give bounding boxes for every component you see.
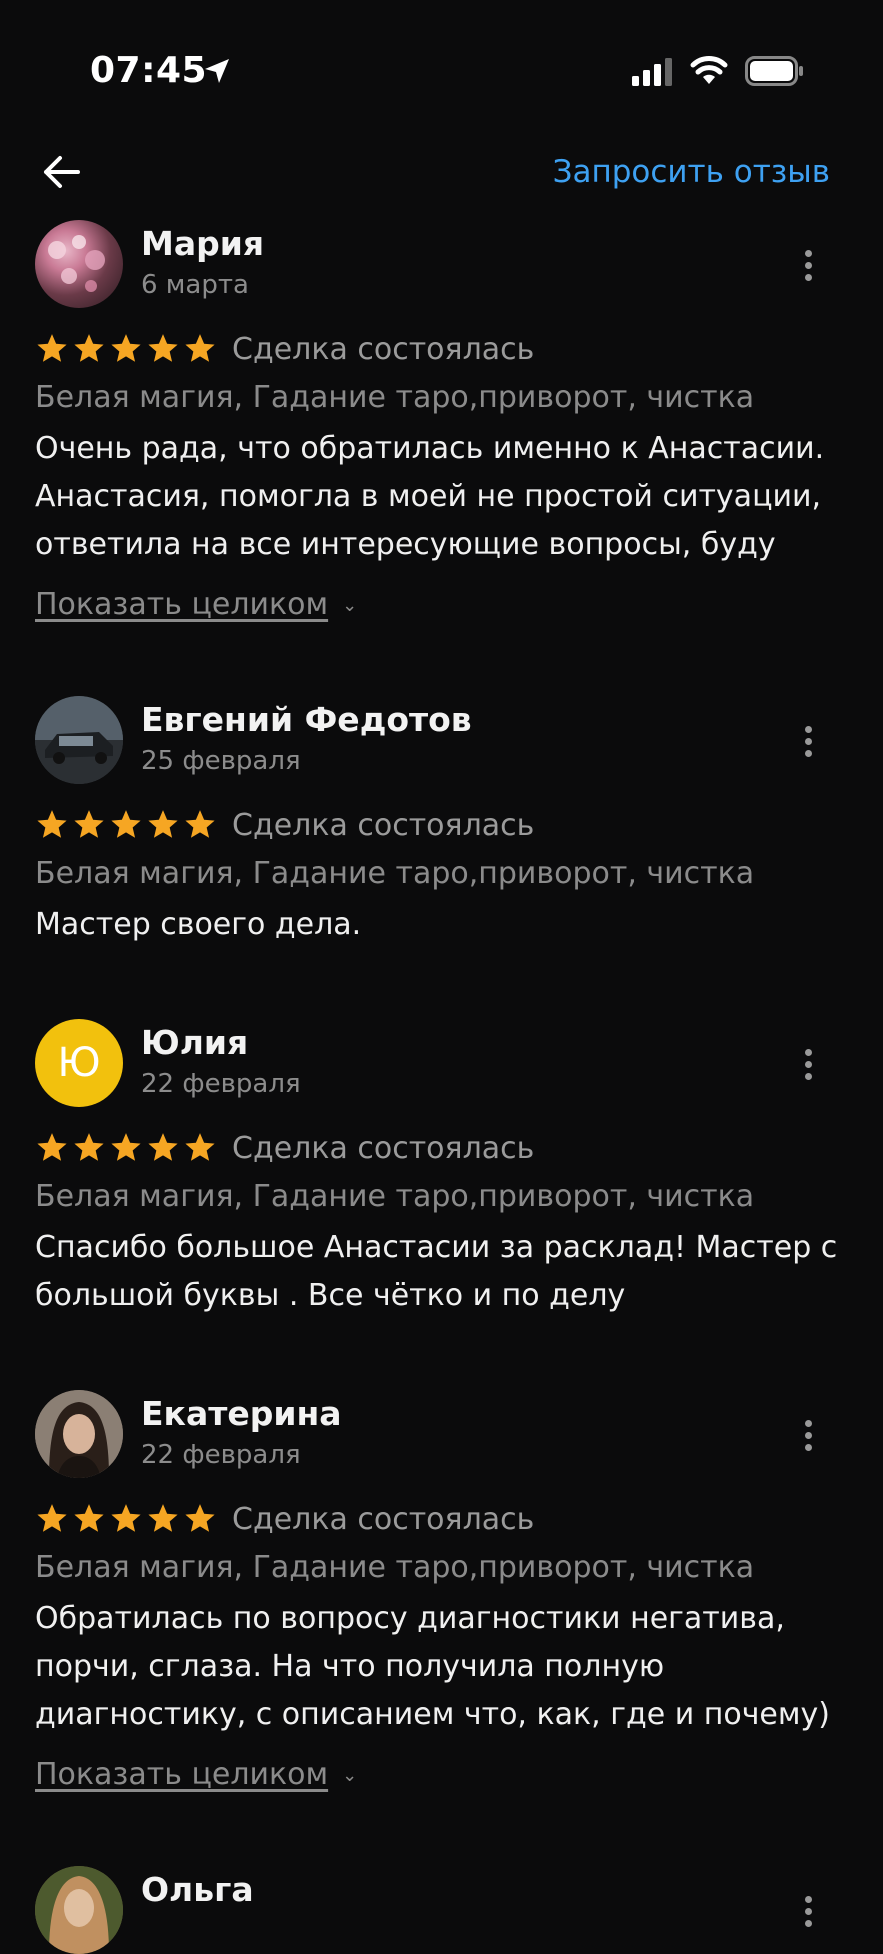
star-icon [148,1504,178,1532]
star-icon [185,810,215,838]
star-icon [148,334,178,362]
review-date: 6 марта [141,270,249,300]
status-time: 07:45 [90,50,208,91]
reviewer-name: Мария [141,224,265,263]
review-tags: Белая магия, Гадание таро,приворот, чист… [35,1550,755,1585]
star-icon [185,1133,215,1161]
deal-status: Сделка состоялась [232,808,535,843]
more-options-icon[interactable] [800,1896,816,1932]
review-date: 25 февраля [141,746,301,776]
review-tags: Белая магия, Гадание таро,приворот, чист… [35,1179,755,1214]
review-tags: Белая магия, Гадание таро,приворот, чист… [35,856,755,891]
location-arrow-icon [205,59,229,83]
star-icon [37,334,67,362]
review-text: Спасибо большое Анастасии за расклад! Ма… [35,1230,838,1313]
reviewer-name: Юлия [141,1023,249,1062]
star-icon [185,334,215,362]
review-text: Очень рада, что обратилась именно к Анас… [35,431,825,562]
chevron-down-icon: ⌄ [342,1765,358,1786]
avatar[interactable] [35,696,123,784]
more-options-icon[interactable] [800,1420,816,1456]
request-review-link[interactable]: Запросить отзыв [553,154,830,190]
deal-status: Сделка состоялась [232,332,535,367]
rating-stars [35,1502,217,1536]
reviewer-name: Ольга [141,1870,254,1909]
star-icon [74,334,104,362]
star-icon [111,810,141,838]
avatar[interactable] [35,220,123,308]
star-icon [37,810,67,838]
review-date: 22 февраля [141,1440,301,1470]
star-icon [111,1133,141,1161]
star-icon [37,1504,67,1532]
show-more-link[interactable]: Показать целиком ⌄ [35,587,357,622]
back-arrow-icon[interactable] [40,150,84,194]
avatar[interactable] [35,1866,123,1954]
star-icon [74,1133,104,1161]
reviewer-name: Евгений Федотов [141,700,472,739]
rating-stars [35,332,217,366]
star-icon [111,334,141,362]
more-options-icon[interactable] [800,250,816,286]
review-text: Обратилась по вопросу диагностики негати… [35,1601,830,1732]
star-icon [37,1133,67,1161]
reviewer-name: Екатерина [141,1394,342,1433]
status-bar: 07:45 [0,0,883,140]
avatar[interactable] [35,1390,123,1478]
deal-status: Сделка состоялась [232,1502,535,1537]
star-icon [148,1133,178,1161]
star-icon [185,1504,215,1532]
cellular-signal-icon [632,58,672,86]
more-options-icon[interactable] [800,726,816,762]
top-bar: Запросить отзыв [0,140,883,200]
chevron-down-icon: ⌄ [342,595,358,616]
star-icon [74,810,104,838]
show-more-link[interactable]: Показать целиком ⌄ [35,1757,357,1792]
more-options-icon[interactable] [800,1049,816,1085]
review-tags: Белая магия, Гадание таро,приворот, чист… [35,380,755,415]
review-date: 22 февраля [141,1069,301,1099]
star-icon [74,1504,104,1532]
deal-status: Сделка состоялась [232,1131,535,1166]
battery-icon [745,56,803,86]
star-icon [111,1504,141,1532]
rating-stars [35,808,217,842]
star-icon [148,810,178,838]
wifi-icon [690,56,728,84]
rating-stars [35,1131,217,1165]
avatar[interactable]: Ю [35,1019,123,1107]
review-text: Мастер своего дела. [35,907,362,942]
